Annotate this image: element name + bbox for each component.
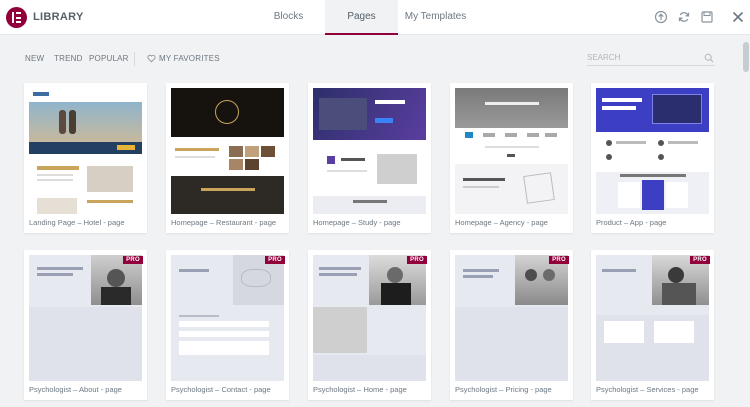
template-card[interactable]: PRO Psychologist – Contact - page <box>166 250 289 400</box>
template-name: Psychologist – Pricing - page <box>455 385 552 394</box>
template-name: Psychologist – About - page <box>29 385 122 394</box>
filter-trend[interactable]: TREND <box>54 54 83 63</box>
filter-popular[interactable]: POPULAR <box>89 54 129 63</box>
template-card[interactable]: PRO Psychologist – Pricing - page <box>450 250 573 400</box>
heart-icon[interactable] <box>147 54 156 63</box>
template-name: Product – App - page <box>596 218 667 227</box>
library-header: LIBRARY Blocks Pages My Templates <box>0 0 750 35</box>
template-name: Psychologist – Services - page <box>596 385 699 394</box>
pro-badge: PRO <box>690 256 710 264</box>
template-thumbnail <box>171 255 284 381</box>
save-icon[interactable] <box>700 10 714 24</box>
filter-divider <box>134 52 135 66</box>
template-card[interactable]: Homepage – Agency - page <box>450 83 573 233</box>
tab-my-templates[interactable]: My Templates <box>398 0 473 35</box>
template-name: Homepage – Agency - page <box>455 218 548 227</box>
template-name: Psychologist – Home - page <box>313 385 407 394</box>
template-thumbnail <box>455 255 568 381</box>
template-name: Landing Page – Hotel - page <box>29 218 125 227</box>
template-thumbnail <box>29 255 142 381</box>
template-thumbnail <box>171 88 284 214</box>
template-thumbnail <box>455 88 568 214</box>
pro-badge: PRO <box>549 256 569 264</box>
search-placeholder: SEARCH <box>587 53 621 62</box>
tab-pages[interactable]: Pages <box>325 0 398 35</box>
template-card[interactable]: Homepage – Study - page <box>308 83 431 233</box>
template-card[interactable]: Landing Page – Hotel - page <box>24 83 147 233</box>
template-thumbnail <box>313 255 426 381</box>
filter-toolbar: NEW TREND POPULAR MY FAVORITES SEARCH <box>0 44 750 72</box>
search-icon <box>704 53 714 63</box>
template-card[interactable]: PRO Psychologist – Services - page <box>591 250 714 400</box>
filter-my-favorites[interactable]: MY FAVORITES <box>159 54 220 63</box>
template-name: Psychologist – Contact - page <box>171 385 271 394</box>
filter-new[interactable]: NEW <box>25 54 44 63</box>
template-card[interactable]: Homepage – Restaurant - page <box>166 83 289 233</box>
tab-blocks[interactable]: Blocks <box>252 0 325 35</box>
scrollbar-thumb[interactable] <box>743 42 749 72</box>
pro-badge: PRO <box>265 256 285 264</box>
template-card[interactable]: PRO Psychologist – About - page <box>24 250 147 400</box>
sync-icon[interactable] <box>677 10 691 24</box>
template-card[interactable]: Product – App - page <box>591 83 714 233</box>
template-name: Homepage – Study - page <box>313 218 401 227</box>
elementor-logo-icon <box>6 7 27 28</box>
template-thumbnail <box>596 255 709 381</box>
template-thumbnail <box>596 88 709 214</box>
template-thumbnail <box>313 88 426 214</box>
library-title: LIBRARY <box>33 11 84 23</box>
close-icon[interactable] <box>731 10 745 24</box>
library-tabs: Blocks Pages My Templates <box>252 0 473 35</box>
pro-badge: PRO <box>407 256 427 264</box>
search-input[interactable]: SEARCH <box>587 52 715 66</box>
template-thumbnail <box>29 88 142 214</box>
template-name: Homepage – Restaurant - page <box>171 218 277 227</box>
template-card[interactable]: PRO Psychologist – Home - page <box>308 250 431 400</box>
upload-icon[interactable] <box>654 10 668 24</box>
library-scrollbar[interactable] <box>742 36 750 407</box>
pro-badge: PRO <box>123 256 143 264</box>
